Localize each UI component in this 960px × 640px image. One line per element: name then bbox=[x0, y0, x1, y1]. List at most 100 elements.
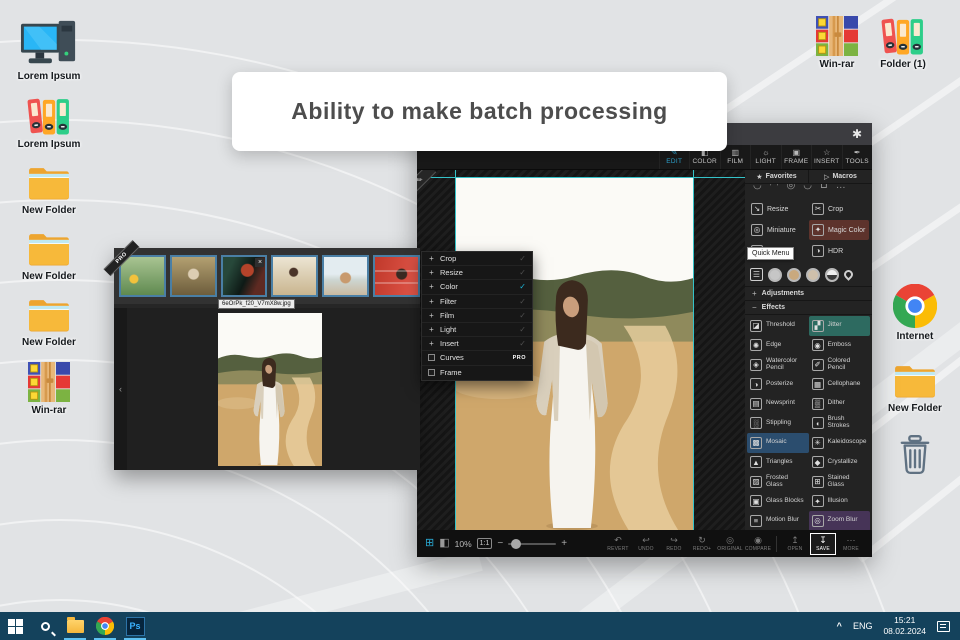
effect-edge[interactable]: ✺ Edge bbox=[747, 336, 809, 356]
desktop-icon-lorem-ipsum[interactable]: Lorem Ipsum bbox=[12, 96, 86, 150]
zoom-out-button[interactable]: − bbox=[497, 538, 503, 549]
menu-item-resize[interactable]: + Resize ✓ bbox=[422, 266, 532, 281]
taskbar-photoshop[interactable]: Ps bbox=[120, 612, 150, 640]
preset-circle-1[interactable] bbox=[768, 267, 782, 282]
effect-glass-blocks[interactable]: ▣ Glass Blocks bbox=[747, 492, 809, 512]
menu-item-light[interactable]: + Light ✓ bbox=[422, 323, 532, 338]
effect-frosted-glass[interactable]: ▨ Frosted Glass bbox=[747, 472, 809, 492]
effect-cellophane[interactable]: ▦ Cellophane bbox=[809, 375, 871, 395]
desktop-icon-new-folder[interactable]: New Folder bbox=[12, 164, 86, 216]
effect-triangles[interactable]: ▲ Triangles bbox=[747, 453, 809, 473]
close-icon[interactable]: × bbox=[255, 258, 265, 267]
desktop-icon-folder-1[interactable]: Folder (1) bbox=[880, 16, 926, 70]
tool-crop[interactable]: ✂ Crop bbox=[809, 199, 869, 219]
settings-gear-icon[interactable]: ✱ bbox=[852, 128, 862, 140]
effect-posterize[interactable]: ◑ Posterize bbox=[747, 375, 809, 395]
menu-item-filter[interactable]: + Filter ✓ bbox=[422, 295, 532, 309]
action-open[interactable]: ↥ OPEN bbox=[782, 535, 808, 552]
desktop-icon-trash[interactable] bbox=[884, 434, 946, 476]
effect-zoom-blur[interactable]: ◎ Zoom Blur bbox=[808, 511, 870, 530]
desktop-icon-win-rar[interactable]: Win-rar bbox=[816, 16, 858, 70]
effect-brush-strokes[interactable]: ◖ Brush Strokes bbox=[809, 414, 871, 434]
menu-item-curves[interactable]: Curves PRO bbox=[422, 351, 532, 366]
ratio-1-1-button[interactable]: 1:1 bbox=[476, 538, 493, 549]
effect-mosaic[interactable]: ▩ Mosaic bbox=[747, 433, 809, 453]
tab-insert[interactable]: ☆ INSERT bbox=[811, 145, 842, 169]
adjustments-section-header[interactable]: + Adjustments bbox=[745, 287, 872, 301]
effects-section-header[interactable]: − Effects bbox=[745, 301, 872, 315]
tool-magic-color[interactable]: ✦ Magic Color bbox=[809, 220, 869, 240]
tool-hdr[interactable]: ◑ HDR bbox=[809, 241, 869, 261]
menu-item-frame[interactable]: Frame bbox=[422, 366, 532, 380]
action-revert[interactable]: ↶ REVERT bbox=[605, 535, 631, 552]
taskbar-chrome[interactable] bbox=[90, 612, 120, 640]
preset-menu-icon[interactable]: ☰ bbox=[750, 268, 763, 281]
crop-guide-right[interactable] bbox=[693, 170, 694, 530]
effect-crystallize[interactable]: ◆ Crystallize bbox=[809, 453, 871, 473]
menu-item-color[interactable]: + Color ✓ bbox=[422, 280, 532, 295]
action-redo[interactable]: ↪ REDO bbox=[661, 535, 687, 552]
action-redo[interactable]: ↻ REDO+ bbox=[689, 535, 715, 552]
checkbox[interactable] bbox=[428, 369, 435, 377]
tab-frame[interactable]: ▣ FRAME bbox=[780, 145, 812, 169]
taskbar-file-explorer[interactable] bbox=[60, 612, 90, 640]
crop-guide-horizontal[interactable] bbox=[417, 177, 745, 178]
menu-item-insert[interactable]: + Insert ✓ bbox=[422, 337, 532, 352]
thumbnail-dark-artistic-portrait[interactable]: × bbox=[220, 255, 268, 297]
action-more[interactable]: ⋯ MORE bbox=[838, 535, 864, 552]
language-indicator[interactable]: ENG bbox=[853, 621, 873, 631]
zoom-in-button[interactable]: + bbox=[561, 538, 567, 549]
effect-colored-pencil[interactable]: ✐ Colored Pencil bbox=[809, 355, 871, 375]
effect-motion-blur[interactable]: ≡ Motion Blur bbox=[747, 511, 809, 530]
desktop-icon-new-folder[interactable]: New Folder bbox=[884, 362, 946, 414]
desktop-icon-new-folder[interactable]: New Folder bbox=[12, 230, 86, 282]
tab-tools[interactable]: ✒ TOOLS bbox=[841, 145, 873, 169]
checkbox[interactable] bbox=[428, 354, 435, 362]
tool-miniature[interactable]: ◎ Miniature bbox=[748, 220, 808, 240]
action-undo[interactable]: ↩ UNDO bbox=[633, 535, 659, 552]
tray-expand-chevron[interactable]: ^ bbox=[837, 621, 842, 631]
effect-stained-glass[interactable]: ⊞ Stained Glass bbox=[809, 472, 871, 492]
menu-item-crop[interactable]: + Crop ✓ bbox=[422, 252, 532, 267]
desktop-icon-new-folder[interactable]: New Folder bbox=[12, 296, 86, 348]
menu-item-film[interactable]: + Film ✓ bbox=[422, 309, 532, 323]
thumbnail-field-person-yellow-jacket[interactable] bbox=[119, 255, 166, 297]
effect-newsprint[interactable]: ▤ Newsprint bbox=[747, 394, 809, 414]
preset-circle-2[interactable] bbox=[787, 267, 801, 282]
thumbnail-woman-with-pampas[interactable] bbox=[271, 255, 319, 297]
split-view-icon[interactable]: ◧ bbox=[439, 538, 449, 549]
action-original[interactable]: ◎ ORIGINAL bbox=[717, 535, 743, 552]
thumbnail-woman-in-tall-flowers[interactable] bbox=[169, 255, 217, 297]
tab-light[interactable]: ☼ LIGHT bbox=[750, 145, 781, 169]
preset-circle-4[interactable] bbox=[825, 267, 839, 282]
batch-preview-photo[interactable] bbox=[218, 313, 322, 466]
desktop-icon-internet[interactable]: Internet bbox=[884, 284, 946, 342]
tool-resize[interactable]: ↘ Resize bbox=[748, 199, 808, 219]
effect-illusion[interactable]: ✦ Illusion bbox=[809, 492, 871, 512]
start-button[interactable] bbox=[0, 612, 30, 640]
preset-droplet-icon[interactable] bbox=[842, 268, 855, 281]
desktop-icon-win-rar[interactable]: Win-rar bbox=[12, 362, 86, 416]
effect-kaleidoscope[interactable]: ✳ Kaleidoscope bbox=[809, 433, 871, 453]
thumbnail-woman-at-beach[interactable] bbox=[322, 255, 370, 297]
macros-button[interactable]: ▷ Macros bbox=[808, 170, 872, 183]
taskbar-search-button[interactable] bbox=[30, 612, 60, 640]
preset-circle-3[interactable] bbox=[806, 267, 820, 282]
favorites-button[interactable]: ★ Favorites bbox=[745, 170, 808, 183]
collapse-arrow-icon[interactable]: ‹ bbox=[119, 384, 122, 394]
thumbnail-athlete-on-red-track[interactable] bbox=[373, 255, 420, 297]
action-compare[interactable]: ◉ COMPARE bbox=[745, 535, 771, 552]
effect-stippling[interactable]: ░ Stippling bbox=[747, 414, 809, 434]
zoom-slider-knob[interactable] bbox=[511, 538, 522, 549]
grid-view-icon[interactable]: ⊞ bbox=[425, 538, 434, 549]
effect-watercolor-pencil[interactable]: ◈ Watercolor Pencil bbox=[747, 355, 809, 375]
action-save[interactable]: ↧ SAVE bbox=[810, 532, 836, 555]
notification-center-icon[interactable] bbox=[937, 620, 950, 632]
effect-dither[interactable]: ▒ Dither bbox=[809, 394, 871, 414]
effect-emboss[interactable]: ◉ Emboss bbox=[809, 336, 871, 356]
zoom-slider[interactable] bbox=[508, 538, 557, 549]
taskbar-clock[interactable]: 15:21 08.02.2024 bbox=[883, 615, 926, 636]
effect-threshold[interactable]: ◪ Threshold bbox=[747, 316, 809, 336]
effect-jitter[interactable]: ▞ Jitter bbox=[808, 316, 870, 336]
desktop-icon-lorem-ipsum[interactable]: Lorem Ipsum bbox=[12, 18, 86, 82]
